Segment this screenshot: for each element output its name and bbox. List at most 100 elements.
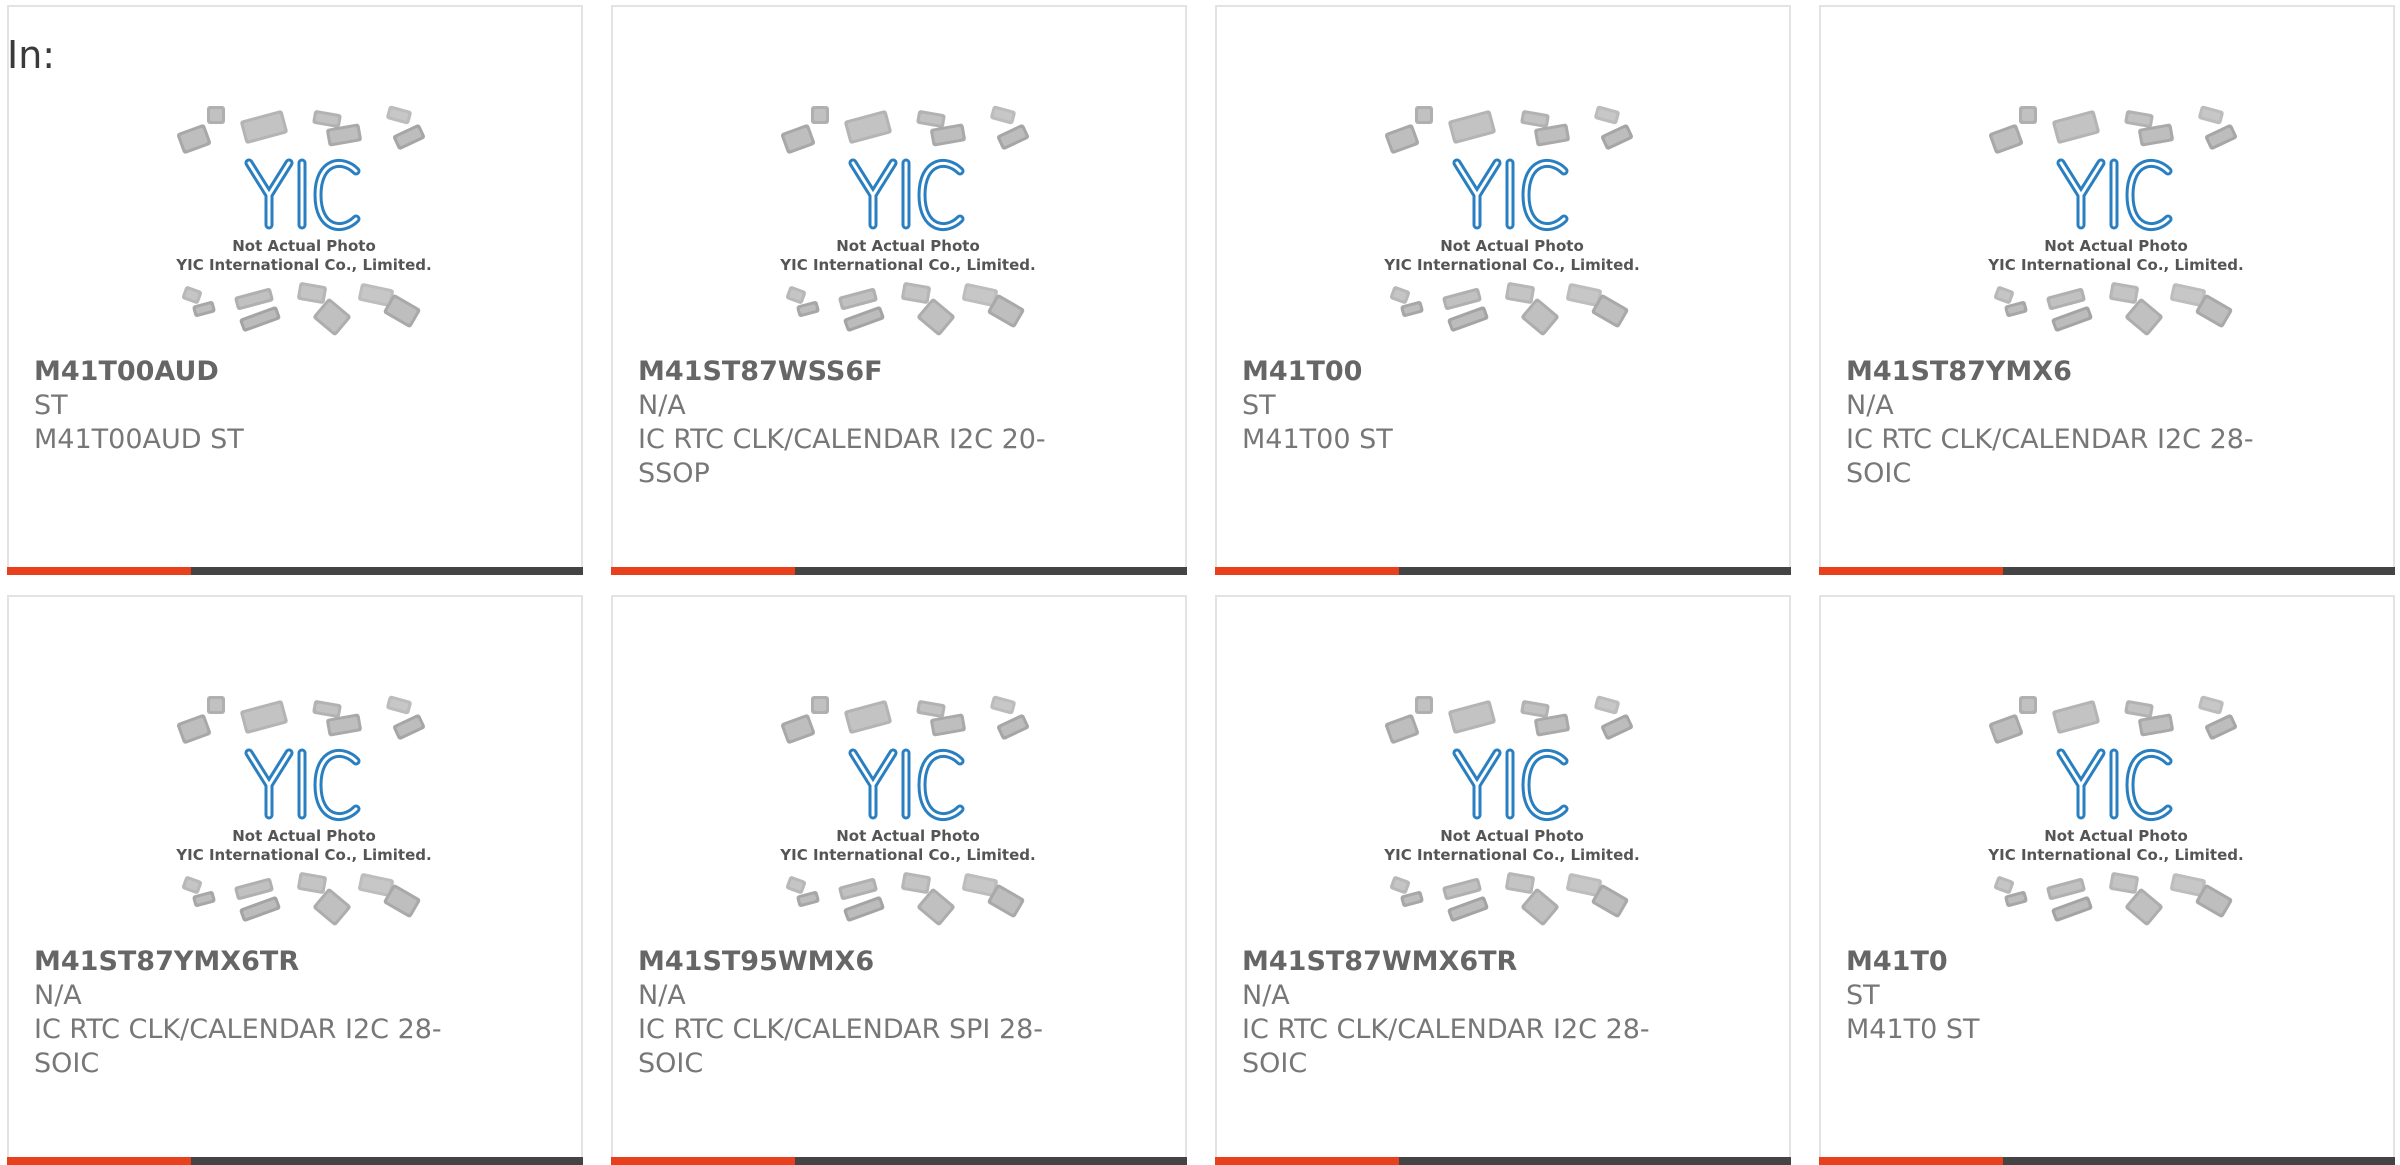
chip-icon [916, 700, 946, 718]
card-accent-bar [7, 1157, 191, 1165]
chip-icon [1415, 696, 1433, 714]
description: IC RTC CLK/CALENDAR I2C 28-SOIC [1846, 424, 2254, 489]
chip-icon [780, 714, 816, 744]
part-number[interactable]: M41ST87YMX6TR [34, 945, 299, 979]
chip-icon [1993, 876, 2015, 894]
part-number[interactable]: M41T00AUD [34, 355, 219, 389]
product-thumbnail: Not Actual Photo YIC International Co., L… [768, 97, 1048, 347]
card-bottom-bar [7, 1157, 583, 1165]
manufacturer: N/A [638, 390, 686, 421]
company-watermark-text: YIC International Co., Limited. [1987, 846, 2243, 864]
company-watermark-text: YIC International Co., Limited. [175, 256, 431, 274]
card-bottom-bar [1215, 567, 1791, 575]
not-actual-photo-text: Not Actual Photo [2044, 237, 2188, 255]
yic-logo-icon [2056, 158, 2173, 232]
part-number[interactable]: M41ST87WSS6F [638, 355, 883, 389]
chip-icon [1993, 286, 2015, 304]
product-card[interactable]: Not Actual Photo YIC International Co., L… [1819, 595, 2395, 1165]
product-thumbnail: Not Actual Photo YIC International Co., L… [768, 687, 1048, 937]
product-card[interactable]: Not Actual Photo YIC International Co., L… [611, 595, 1187, 1165]
company-watermark-text: YIC International Co., Limited. [1383, 256, 1639, 274]
product-thumbnail: Not Actual Photo YIC International Co., L… [164, 687, 444, 937]
chip-icon [2124, 700, 2154, 718]
manufacturer: N/A [1242, 980, 1290, 1011]
company-watermark-text: YIC International Co., Limited. [1383, 846, 1639, 864]
chip-icon [1448, 110, 1496, 144]
chip-icon [1389, 876, 1411, 894]
chip-icon [2019, 106, 2037, 124]
chip-icon [1415, 106, 1433, 124]
chip-icon [785, 286, 807, 304]
chip-icon [2046, 877, 2086, 901]
part-number[interactable]: M41T00 [1242, 355, 1362, 389]
part-number[interactable]: M41ST87WMX6TR [1242, 945, 1517, 979]
chip-icon [2046, 287, 2086, 311]
chip-icon [240, 110, 288, 144]
card-bottom-bar [7, 567, 583, 575]
chip-icon [1520, 110, 1550, 128]
chip-icon [1384, 124, 1420, 154]
not-actual-photo-text: Not Actual Photo [232, 237, 376, 255]
product-thumbnail: Not Actual Photo YIC International Co., L… [1372, 687, 1652, 937]
chip-icon [1447, 896, 1489, 922]
manufacturer: ST [34, 390, 68, 421]
part-number[interactable]: M41T0 [1846, 945, 1948, 979]
chip-icon [1384, 714, 1420, 744]
placeholder-image-icon: Not Actual PhotoYIC International Co., L… [175, 695, 432, 926]
product-card[interactable]: Not Actual Photo YIC International Co., L… [7, 595, 583, 1165]
product-thumbnail: Not Actual Photo YIC International Co., L… [164, 97, 444, 347]
chip-icon [2198, 695, 2224, 715]
chip-icon [1521, 298, 1559, 336]
chip-icon [1520, 700, 1550, 718]
product-card[interactable]: Not Actual Photo YIC International Co., L… [611, 5, 1187, 575]
chip-icon [843, 896, 885, 922]
chip-icon [901, 872, 931, 894]
chip-icon [2052, 700, 2100, 734]
card-accent-bar [1215, 567, 1399, 575]
part-number[interactable]: M41ST87YMX6 [1846, 355, 2072, 389]
chip-icon [2109, 282, 2139, 304]
card-accent-bar [611, 1157, 795, 1165]
chip-icon [234, 287, 274, 311]
yic-logo-icon [2056, 748, 2173, 822]
chip-icon [838, 287, 878, 311]
chip-icon [2125, 888, 2163, 926]
chip-icon [234, 877, 274, 901]
card-bottom-bar [611, 1157, 1187, 1165]
placeholder-image-icon: Not Actual PhotoYIC International Co., L… [1987, 695, 2244, 926]
product-card[interactable]: Not Actual Photo YIC International Co., L… [7, 5, 583, 575]
description: IC RTC CLK/CALENDAR I2C 28-SOIC [1242, 1014, 1650, 1079]
part-number[interactable]: M41ST95WMX6 [638, 945, 874, 979]
product-card[interactable]: Not Actual Photo YIC International Co., L… [1215, 595, 1791, 1165]
manufacturer: ST [1846, 980, 1880, 1011]
card-accent-bar [1819, 567, 2003, 575]
chip-icon [2109, 872, 2139, 894]
chip-icon [838, 877, 878, 901]
chip-icon [297, 282, 327, 304]
chip-icon [1442, 877, 1482, 901]
card-bottom-bar [1215, 1157, 1791, 1165]
description: M41T00 ST [1242, 424, 1393, 455]
chip-icon [176, 714, 212, 744]
chip-icon [1988, 124, 2024, 154]
yic-logo-icon [244, 748, 361, 822]
chip-icon [2125, 298, 2163, 336]
chip-icon [843, 306, 885, 332]
product-thumbnail: Not Actual Photo YIC International Co., L… [1372, 97, 1652, 347]
chip-icon [2205, 124, 2237, 150]
chip-icon [1448, 700, 1496, 734]
chip-icon [207, 696, 225, 714]
chip-icon [207, 106, 225, 124]
card-bottom-bar [1819, 1157, 2395, 1165]
chip-icon [1389, 286, 1411, 304]
chip-icon [176, 124, 212, 154]
manufacturer: N/A [34, 980, 82, 1011]
chip-icon [313, 888, 351, 926]
product-card[interactable]: Not Actual Photo YIC International Co., L… [1819, 5, 2395, 575]
manufacturer: ST [1242, 390, 1276, 421]
chip-icon [240, 700, 288, 734]
product-card[interactable]: Not Actual Photo YIC International Co., L… [1215, 5, 1791, 575]
chip-icon [1505, 872, 1535, 894]
chip-icon [1601, 714, 1633, 740]
yic-logo-icon [848, 748, 965, 822]
